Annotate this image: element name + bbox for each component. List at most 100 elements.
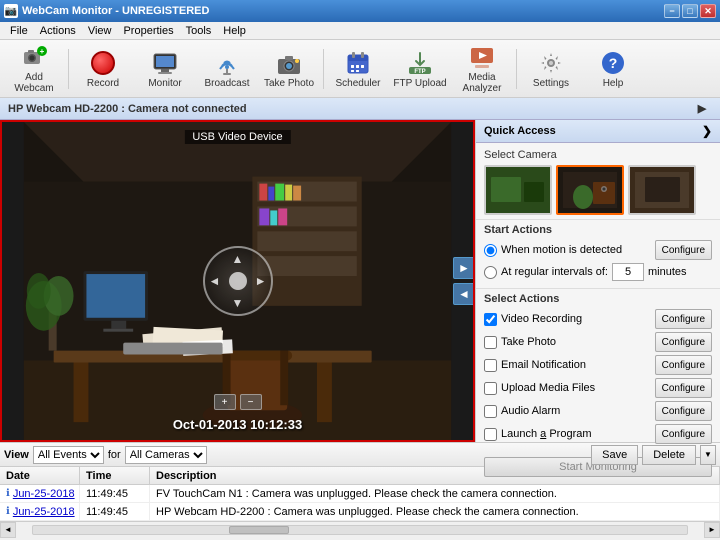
save-button[interactable]: Save <box>591 445 638 465</box>
select-actions-title: Select Actions <box>484 293 712 305</box>
add-webcam-label: Add Webcam <box>7 72 61 94</box>
camera-thumb-2[interactable] <box>556 165 624 215</box>
sidebar-collapse-arrow[interactable]: ◄ <box>453 283 475 305</box>
camera-status: HP Webcam HD-2200 : Camera not connected <box>8 103 247 115</box>
event-date-value-1[interactable]: Jun-25-2018 <box>13 488 75 500</box>
delete-dropdown-arrow[interactable]: ▼ <box>700 445 716 465</box>
nav-center[interactable] <box>229 272 247 290</box>
zoom-controls: + − <box>214 394 262 410</box>
event-icon-1: ℹ <box>6 488 10 499</box>
close-button[interactable]: ✕ <box>700 4 716 18</box>
monitor-label: Monitor <box>148 78 181 89</box>
zoom-in-button[interactable]: + <box>214 394 236 410</box>
interval-radio[interactable] <box>484 266 497 279</box>
video-recording-row: Video Recording Configure <box>484 309 712 329</box>
take-photo-label: Take Photo <box>264 78 314 89</box>
status-bar: HP Webcam HD-2200 : Camera not connected… <box>0 98 720 120</box>
scheduler-button[interactable]: Scheduler <box>328 44 388 94</box>
window-title: WebCam Monitor - UNREGISTERED <box>22 5 209 17</box>
audio-alarm-checkbox[interactable] <box>484 405 497 418</box>
title-bar: 📷 WebCam Monitor - UNREGISTERED − □ ✕ <box>0 0 720 22</box>
event-time-2: 11:49:45 <box>80 503 150 520</box>
help-icon: ? <box>602 52 624 74</box>
settings-button[interactable]: Settings <box>521 44 581 94</box>
menu-tools[interactable]: Tools <box>180 24 218 38</box>
video-recording-configure-button[interactable]: Configure <box>655 309 712 329</box>
take-photo-button[interactable]: Take Photo <box>259 44 319 94</box>
take-photo-action-row: Take Photo Configure <box>484 332 712 352</box>
quick-access-title: Quick Access <box>484 125 556 137</box>
upload-media-checkbox[interactable] <box>484 382 497 395</box>
select-actions-section: Select Actions Video Recording Configure… <box>476 288 720 451</box>
event-filter-select[interactable]: All Events <box>33 446 104 464</box>
minimize-button[interactable]: − <box>664 4 680 18</box>
maximize-button[interactable]: □ <box>682 4 698 18</box>
camera-view: USB Video Device <box>0 120 475 442</box>
navigation-controls[interactable]: ▲ ▼ ◄ ► <box>203 246 273 316</box>
launch-program-checkbox[interactable] <box>484 428 497 441</box>
scroll-right-button[interactable]: ► <box>704 522 720 538</box>
ftp-upload-button[interactable]: FTP FTP Upload <box>390 44 450 94</box>
scroll-track[interactable] <box>32 525 688 535</box>
nav-down-arrow[interactable]: ▼ <box>232 296 244 310</box>
nav-up-arrow[interactable]: ▲ <box>232 252 244 266</box>
nav-left-arrow[interactable]: ◄ <box>209 274 221 288</box>
menu-properties[interactable]: Properties <box>117 24 179 38</box>
delete-button[interactable]: Delete <box>642 445 696 465</box>
for-label: for <box>108 449 121 461</box>
launch-program-configure-button[interactable]: Configure <box>655 424 712 444</box>
menu-help[interactable]: Help <box>217 24 252 38</box>
scroll-thumb[interactable] <box>229 526 289 534</box>
settings-label: Settings <box>533 78 569 89</box>
interval-label: At regular intervals of: <box>501 266 608 278</box>
email-notification-checkbox[interactable] <box>484 359 497 372</box>
upload-media-configure-button[interactable]: Configure <box>655 378 712 398</box>
help-button[interactable]: ? Help <box>583 44 643 94</box>
add-webcam-button[interactable]: + Add Webcam <box>4 44 64 94</box>
menu-actions[interactable]: Actions <box>34 24 82 38</box>
motion-detected-label: When motion is detected <box>501 244 622 256</box>
record-button[interactable]: Record <box>73 44 133 94</box>
event-row: ℹ Jun-25-2018 11:49:45 HP Webcam HD-2200… <box>0 503 720 521</box>
event-date-2: ℹ Jun-25-2018 <box>0 503 80 520</box>
start-actions-title: Start Actions <box>484 224 712 236</box>
nav-right-arrow[interactable]: ► <box>255 274 267 288</box>
audio-alarm-configure-button[interactable]: Configure <box>655 401 712 421</box>
media-analyzer-button[interactable]: Media Analyzer <box>452 44 512 94</box>
camera-thumb-1[interactable] <box>484 165 552 215</box>
video-recording-checkbox[interactable] <box>484 313 497 326</box>
description-column-header: Description <box>150 467 720 484</box>
menu-file[interactable]: File <box>4 24 34 38</box>
broadcast-button[interactable]: Broadcast <box>197 44 257 94</box>
interval-value-input[interactable] <box>612 263 644 281</box>
camera-thumb-3[interactable] <box>628 165 696 215</box>
motion-configure-button[interactable]: Configure <box>655 240 712 260</box>
event-filter-bar: View All Events for All Cameras Save Del… <box>0 443 720 467</box>
video-recording-label: Video Recording <box>501 313 582 325</box>
email-notification-row: Email Notification Configure <box>484 355 712 375</box>
take-photo-action-checkbox[interactable] <box>484 336 497 349</box>
email-configure-button[interactable]: Configure <box>655 355 712 375</box>
select-camera-section: Select Camera <box>476 143 720 219</box>
select-camera-label: Select Camera <box>484 149 712 161</box>
take-photo-configure-button[interactable]: Configure <box>655 332 712 352</box>
sidebar-expand-arrow[interactable]: ► <box>453 257 475 279</box>
event-date-value-2[interactable]: Jun-25-2018 <box>13 506 75 518</box>
zoom-out-button[interactable]: − <box>240 394 262 410</box>
quick-access-panel: Quick Access ❯ Select Camera <box>475 120 720 442</box>
minutes-label: minutes <box>648 266 687 278</box>
upload-media-label: Upload Media Files <box>501 382 595 394</box>
scroll-left-button[interactable]: ◄ <box>0 522 16 538</box>
status-expand-button[interactable]: ▶ <box>692 99 712 119</box>
time-column-header: Time <box>80 467 150 484</box>
motion-detected-radio[interactable] <box>484 244 497 257</box>
record-label: Record <box>87 78 119 89</box>
svg-text:FTP: FTP <box>414 69 425 75</box>
quick-access-header: Quick Access ❯ <box>476 120 720 143</box>
quick-access-chevron[interactable]: ❯ <box>702 124 712 138</box>
menu-view[interactable]: View <box>82 24 118 38</box>
camera-timestamp: Oct-01-2013 10:12:33 <box>173 417 302 432</box>
monitor-button[interactable]: Monitor <box>135 44 195 94</box>
view-label: View <box>4 449 29 461</box>
camera-filter-select[interactable]: All Cameras <box>125 446 207 464</box>
